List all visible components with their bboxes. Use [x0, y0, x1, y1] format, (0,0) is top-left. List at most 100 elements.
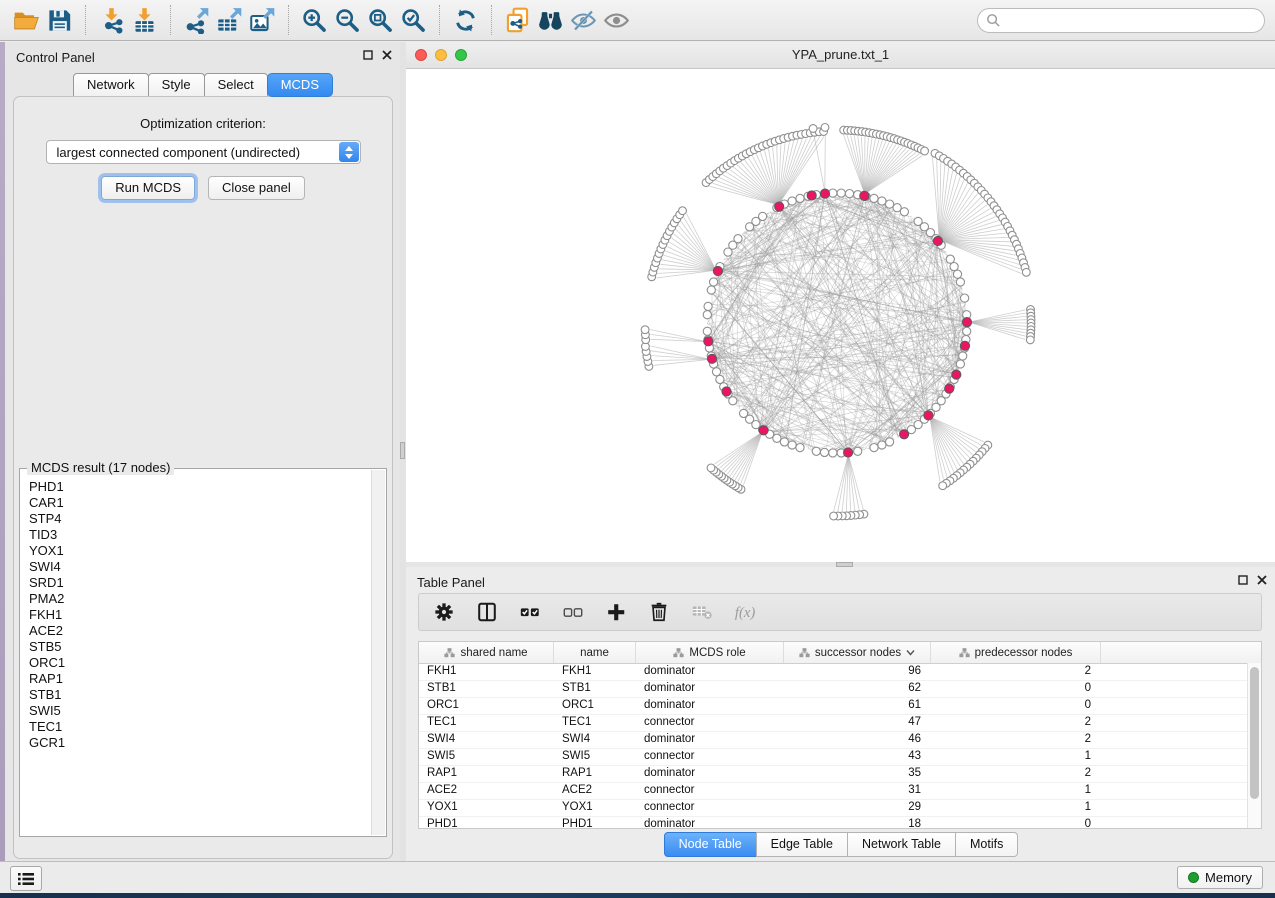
column-label: predecessor nodes	[975, 647, 1073, 659]
cell: connector	[636, 715, 784, 731]
mcds-node-item[interactable]: TID3	[29, 527, 372, 543]
export-network-button[interactable]	[180, 5, 213, 36]
hide-selected-button[interactable]	[567, 5, 600, 36]
mcds-node-item[interactable]: PMA2	[29, 591, 372, 607]
first-neighbors-button[interactable]	[534, 5, 567, 36]
table-tabs: Node TableEdge TableNetwork TableMotifs	[406, 832, 1275, 857]
save-session-button[interactable]	[43, 5, 76, 36]
tab-node-table[interactable]: Node Table	[664, 832, 757, 857]
column-header-successor-nodes[interactable]: successor nodes	[784, 642, 931, 663]
mcds-node-item[interactable]: STB5	[29, 639, 372, 655]
cell: 61	[784, 698, 931, 714]
table-row[interactable]: YOX1YOX1connector291	[419, 800, 1261, 817]
mcds-node-item[interactable]: SRD1	[29, 575, 372, 591]
copy-share-icon	[503, 7, 532, 34]
run-mcds-button[interactable]: Run MCDS	[101, 176, 195, 200]
export-image-button[interactable]	[246, 5, 279, 36]
eye-icon	[602, 7, 631, 34]
column-header-name[interactable]: name	[554, 642, 636, 663]
shared-column-icon	[673, 647, 684, 658]
close-icon[interactable]	[1257, 575, 1267, 585]
table-row[interactable]: ACE2ACE2connector311	[419, 783, 1261, 800]
tab-edge-table[interactable]: Edge Table	[756, 832, 848, 857]
function-builder-button[interactable]: f(x)	[733, 601, 757, 623]
table-row[interactable]: SWI5SWI5connector431	[419, 749, 1261, 766]
mcds-node-item[interactable]: ORC1	[29, 655, 372, 671]
column-settings-button[interactable]	[432, 601, 456, 623]
close-icon[interactable]	[382, 50, 392, 60]
table-row[interactable]: PHD1PHD1dominator180	[419, 817, 1261, 829]
mcds-node-item[interactable]: ACE2	[29, 623, 372, 639]
show-columns-button[interactable]	[475, 601, 499, 623]
mcds-node-item[interactable]: TEC1	[29, 719, 372, 735]
cell: 47	[784, 715, 931, 731]
float-icon[interactable]	[363, 50, 373, 60]
table-header-row: shared namenameMCDS rolesuccessor nodes p…	[419, 642, 1261, 664]
cell: PHD1	[554, 817, 636, 829]
apply-layout-button[interactable]	[449, 5, 482, 36]
mcds-node-item[interactable]: YOX1	[29, 543, 372, 559]
mcds-list-scrollbar[interactable]	[371, 470, 385, 835]
table-scrollbar[interactable]	[1247, 663, 1261, 828]
mcds-node-item[interactable]: STB1	[29, 687, 372, 703]
import-table-button[interactable]	[128, 5, 161, 36]
table-row[interactable]: FKH1FKH1dominator962	[419, 664, 1261, 681]
open-file-button[interactable]	[10, 5, 43, 36]
eye-slash-icon	[569, 7, 598, 34]
show-all-button[interactable]	[600, 5, 633, 36]
close-panel-button[interactable]: Close panel	[208, 176, 305, 200]
close-window-icon[interactable]	[415, 49, 427, 61]
splitter-grip[interactable]	[400, 442, 405, 459]
memory-button[interactable]: Memory	[1177, 866, 1263, 889]
float-icon[interactable]	[1238, 575, 1248, 585]
column-header-MCDS-role[interactable]: MCDS role	[636, 642, 784, 663]
mcds-node-item[interactable]: CAR1	[29, 495, 372, 511]
criterion-select[interactable]: largest connected component (undirected)	[46, 140, 361, 164]
network-canvas[interactable]	[406, 69, 1275, 563]
zoom-out-button[interactable]	[331, 5, 364, 36]
export-table-button[interactable]	[213, 5, 246, 36]
add-row-button[interactable]	[604, 601, 628, 623]
clone-network-button[interactable]	[501, 5, 534, 36]
deselect-all-button[interactable]	[561, 601, 585, 623]
table-row[interactable]: RAP1RAP1dominator352	[419, 766, 1261, 783]
tab-network-table[interactable]: Network Table	[847, 832, 956, 857]
zoom-in-button[interactable]	[298, 5, 331, 36]
tab-select[interactable]: Select	[204, 73, 268, 97]
scrollbar-thumb[interactable]	[1250, 667, 1259, 799]
tab-motifs[interactable]: Motifs	[955, 832, 1018, 857]
mcds-node-item[interactable]: STP4	[29, 511, 372, 527]
select-all-button[interactable]	[518, 601, 542, 623]
table-row[interactable]: TEC1TEC1connector472	[419, 715, 1261, 732]
tab-mcds[interactable]: MCDS	[267, 73, 333, 97]
search-input[interactable]	[1007, 12, 1256, 29]
mcds-node-item[interactable]: FKH1	[29, 607, 372, 623]
zoom-fit-button[interactable]	[364, 5, 397, 36]
tab-network[interactable]: Network	[73, 73, 149, 97]
mcds-node-item[interactable]: SWI5	[29, 703, 372, 719]
column-header-shared-name[interactable]: shared name	[419, 642, 554, 663]
table-row[interactable]: STB1STB1dominator620	[419, 681, 1261, 698]
table-row[interactable]: SWI4SWI4dominator462	[419, 732, 1261, 749]
maximize-window-icon[interactable]	[455, 49, 467, 61]
mcds-node-item[interactable]: RAP1	[29, 671, 372, 687]
mcds-node-item[interactable]: SWI4	[29, 559, 372, 575]
column-header-predecessor-nodes[interactable]: predecessor nodes	[931, 642, 1101, 663]
delete-rows-button[interactable]	[647, 601, 671, 623]
table-panel-title: Table Panel	[417, 575, 485, 590]
tab-style[interactable]: Style	[148, 73, 205, 97]
mcds-node-item[interactable]: PHD1	[29, 479, 372, 495]
zoom-selected-button[interactable]	[397, 5, 430, 36]
svg-text:f(x): f(x)	[735, 605, 755, 621]
task-history-button[interactable]	[10, 866, 42, 891]
table-row[interactable]: ORC1ORC1dominator610	[419, 698, 1261, 715]
mcds-node-item[interactable]: GCR1	[29, 735, 372, 751]
checks-on-icon	[518, 601, 542, 623]
import-network-button[interactable]	[95, 5, 128, 36]
search-field[interactable]	[977, 8, 1265, 33]
delete-table-button[interactable]	[690, 601, 714, 623]
minimize-window-icon[interactable]	[435, 49, 447, 61]
search-icon	[986, 13, 1001, 28]
toolbar-separator	[491, 5, 492, 35]
cell: TEC1	[419, 715, 554, 731]
